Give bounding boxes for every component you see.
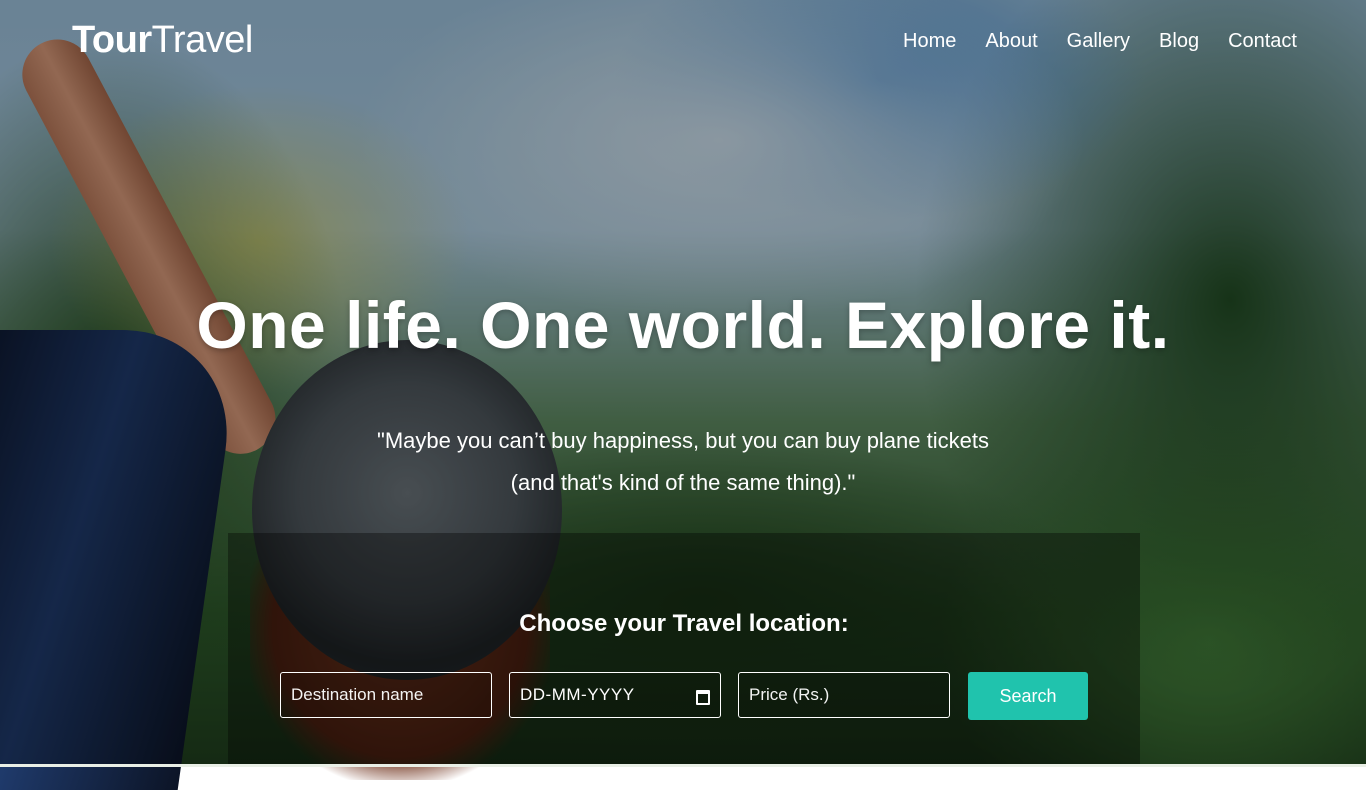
price-input[interactable]	[738, 672, 950, 718]
nav-gallery[interactable]: Gallery	[1067, 28, 1130, 54]
nav-about[interactable]: About	[985, 28, 1037, 54]
quote-line-1: "Maybe you can’t buy happiness, but you …	[377, 428, 989, 453]
search-button[interactable]: Search	[968, 672, 1088, 720]
search-panel-title: Choose your Travel location:	[519, 610, 849, 637]
nav-home[interactable]: Home	[903, 28, 956, 54]
search-panel: Choose your Travel location: DD-MM-YYYY …	[228, 533, 1140, 767]
main-nav: Home About Gallery Blog Contact	[874, 28, 1297, 54]
calendar-icon[interactable]	[696, 688, 710, 705]
hero-headline: One life. One world. Explore it.	[196, 288, 1170, 362]
date-input-placeholder: DD-MM-YYYY	[520, 685, 635, 704]
date-input[interactable]: DD-MM-YYYY	[509, 672, 721, 718]
quote-line-2: (and that's kind of the same thing)."	[510, 470, 856, 495]
nav-contact[interactable]: Contact	[1228, 28, 1297, 54]
destination-input[interactable]	[280, 672, 492, 718]
nav-blog[interactable]: Blog	[1159, 28, 1199, 54]
logo-word-light: Travel	[151, 19, 254, 61]
hero-quote: "Maybe you can’t buy happiness, but you …	[0, 420, 1366, 504]
logo-word-bold: Tour	[72, 19, 152, 61]
site-logo[interactable]: TourTravel	[72, 18, 253, 62]
